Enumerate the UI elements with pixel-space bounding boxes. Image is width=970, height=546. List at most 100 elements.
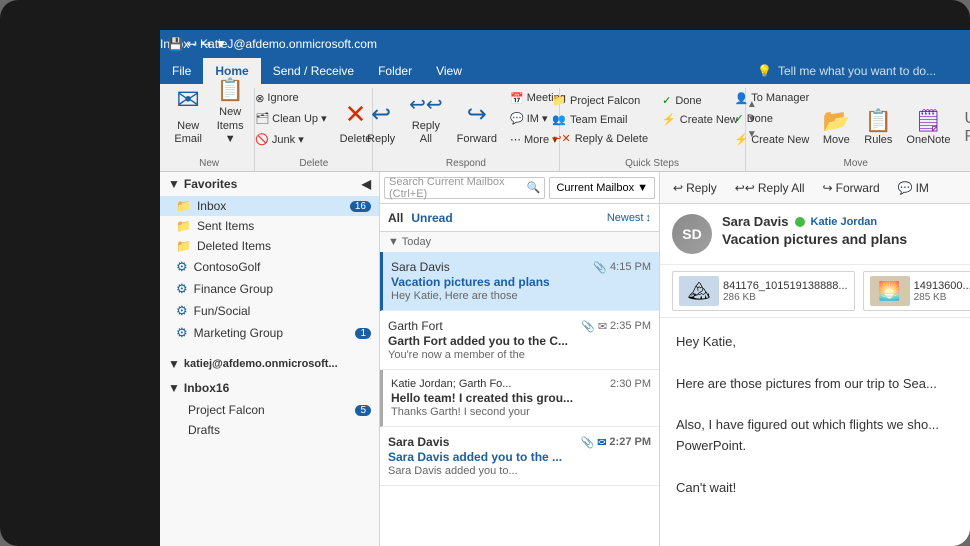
email-date-group-today: ▼ Today xyxy=(380,232,659,252)
junk-button[interactable]: 🚫 Junk ▾ xyxy=(250,131,331,148)
email-item-4[interactable]: Sara Davis 📎 ✉ 2:27 PM Sara Davis added … xyxy=(380,427,659,486)
sort-newest-btn[interactable]: Newest ↕ xyxy=(607,212,651,224)
email-preview-2: You're now a member of the xyxy=(388,349,651,361)
sidebar-item-inbox[interactable]: 📁 Inbox 16 xyxy=(160,196,379,216)
ribbon-group-delete: ⊗ Ignore 🗂 Clean Up ▾ 🚫 Junk ▾ xyxy=(255,88,373,171)
sidebar-toggle-icon[interactable]: ◀ xyxy=(362,177,371,191)
attachment-item-2[interactable]: 🌅 14913600... 285 KB xyxy=(863,271,970,311)
new-items-button[interactable]: 📋 NewItems ▼ xyxy=(210,88,250,150)
ribbon: ✉ NewEmail 📋 NewItems ▼ New ⊗ xyxy=(160,84,970,172)
sidebar-subfolder-project-falcon[interactable]: Project Falcon 5 xyxy=(160,400,379,420)
attachment-item-1[interactable]: 🏔 841176_101519138888... 286 KB xyxy=(672,271,855,311)
sidebar-item-sent[interactable]: 📁 Sent Items xyxy=(160,216,379,236)
cleanup-button[interactable]: 🗂 Clean Up ▾ xyxy=(250,110,331,127)
deleted-folder-icon: 📁 xyxy=(176,239,191,253)
quickstep-project-falcon[interactable]: 📁 Project Falcon xyxy=(547,92,653,109)
sidebar-item-funsocial[interactable]: ⚙ Fun/Social xyxy=(160,300,379,322)
save-icon[interactable]: 💾 xyxy=(168,37,183,51)
tab-file[interactable]: File xyxy=(160,58,203,84)
forward-button[interactable]: ↪ Forward xyxy=(451,88,503,150)
cleanup-icon: 🗂 xyxy=(255,112,269,125)
filter-all-btn[interactable]: All xyxy=(388,211,403,225)
drafts-label: Drafts xyxy=(188,423,220,437)
email-preview-1: Hey Katie, Here are those xyxy=(391,290,651,302)
tab-folder[interactable]: Folder xyxy=(366,58,424,84)
im-label: IM ▾ xyxy=(527,112,548,125)
more-move-button[interactable]: UR xyxy=(958,88,970,150)
account-collapse-arrow: ▼ xyxy=(168,357,180,371)
reading-reply-button[interactable]: ↩ Reply xyxy=(668,178,722,198)
tell-me-bar[interactable]: 💡 xyxy=(745,58,970,84)
move-button[interactable]: 📂 Move xyxy=(816,88,856,150)
quickstep-reply-delete[interactable]: ↩✕ Reply & Delete xyxy=(547,130,653,147)
email-sender-1: Sara Davis 📎 4:15 PM xyxy=(391,260,651,274)
envelope-icon-4: ✉ xyxy=(597,436,606,449)
account-inbox-header[interactable]: ▼ Inbox 16 xyxy=(160,376,379,400)
device-frame: 💾 ↩ ↪ ▼ Inbox - KatieJ@afdemo.onmicrosof… xyxy=(0,0,970,546)
tab-view[interactable]: View xyxy=(424,58,474,84)
reply-icon: ↩ xyxy=(371,101,391,130)
email-time-1: 4:15 PM xyxy=(610,261,651,273)
sidebar-item-marketing[interactable]: ⚙ Marketing Group 1 xyxy=(160,322,379,344)
to-manager-icon: 👤 xyxy=(735,92,749,105)
sent-label: Sent Items xyxy=(197,219,254,233)
new-items-label: NewItems ▼ xyxy=(216,106,244,146)
undo-icon[interactable]: ↩ xyxy=(187,37,197,51)
sidebar-item-contosogolf[interactable]: ⚙ ContosoGolf xyxy=(160,256,379,278)
sidebar-subfolder-drafts[interactable]: Drafts xyxy=(160,420,379,440)
search-icon[interactable]: 🔍 xyxy=(527,181,541,194)
reading-forward-button[interactable]: ↪ Forward xyxy=(818,178,885,198)
presence-indicator xyxy=(795,217,805,227)
ribbon-group-respond: ↩ Reply ↩↩ ReplyAll ↪ Forward 📅 xyxy=(373,88,559,171)
current-mailbox-btn[interactable]: Current Mailbox ▼ xyxy=(549,177,655,199)
team-email-icon: 👥 xyxy=(552,113,566,126)
quick-steps-list: 📁 Project Falcon 👥 Team Email ↩✕ Reply &… xyxy=(547,88,653,151)
ribbon-group-new: ✉ NewEmail 📋 NewItems ▼ New xyxy=(164,88,255,171)
email-item-2[interactable]: Garth Fort 📎 ✉ 2:35 PM Garth Fort added … xyxy=(380,311,659,370)
sidebar-item-deleted[interactable]: 📁 Deleted Items xyxy=(160,236,379,256)
reading-im-button[interactable]: 💬 IM xyxy=(893,178,934,198)
new-email-button[interactable]: ✉ NewEmail xyxy=(168,88,208,150)
favorites-collapse-arrow: ▼ xyxy=(168,177,180,191)
onenote-button[interactable]: 🗒 OneNote xyxy=(900,88,956,150)
new-email-label: NewEmail xyxy=(174,120,202,146)
reading-reply-all-button[interactable]: ↩↩ Reply All xyxy=(730,178,810,198)
quick-access-toolbar: 💾 ↩ ↪ ▼ xyxy=(160,30,227,58)
sent-folder-icon: 📁 xyxy=(176,219,191,233)
project-falcon-icon: 📁 xyxy=(552,94,566,107)
title-bar: 💾 ↩ ↪ ▼ Inbox - KatieJ@afdemo.onmicrosof… xyxy=(160,30,970,58)
body-line-4: PowerPoint. xyxy=(676,436,954,457)
attachment-thumb-2: 🌅 xyxy=(870,276,910,306)
quickstep-team-email[interactable]: 👥 Team Email xyxy=(547,111,653,128)
avatar-initials: SD xyxy=(682,226,701,242)
attachment-size-2: 285 KB xyxy=(914,292,970,303)
filter-unread-btn[interactable]: Unread xyxy=(411,211,452,225)
forward-icon: ↪ xyxy=(467,101,487,130)
envelope-icon-2: ✉ xyxy=(598,320,607,333)
favorites-header[interactable]: ▼ Favorites ◀ xyxy=(160,172,379,196)
new-items-icon: 📋 xyxy=(216,77,243,103)
sidebar-item-finance[interactable]: ⚙ Finance Group xyxy=(160,278,379,300)
account-header[interactable]: ▼ katiej@afdemo.onmicrosoft... xyxy=(160,352,379,376)
rules-inline-button[interactable]: ✓ Done xyxy=(730,110,815,127)
to-manager-button[interactable]: 👤 To Manager xyxy=(730,90,815,107)
dropdown-qat-icon[interactable]: ▼ xyxy=(215,37,227,51)
redo-icon[interactable]: ↪ xyxy=(201,37,211,51)
tell-me-input[interactable] xyxy=(778,64,958,78)
reply-all-button[interactable]: ↩↩ ReplyAll xyxy=(403,88,449,150)
email-item-1[interactable]: Sara Davis 📎 4:15 PM Vacation pictures a… xyxy=(380,252,659,311)
tab-send-receive[interactable]: Send / Receive xyxy=(261,58,366,84)
reply-button[interactable]: ↩ Reply xyxy=(361,88,401,150)
sender-name-3: Katie Jordan; Garth Fo... xyxy=(391,378,511,390)
im-icon: 💬 xyxy=(510,112,524,125)
create-new-inline-button[interactable]: ⚡ Create New xyxy=(730,131,815,148)
ignore-button[interactable]: ⊗ Ignore xyxy=(250,90,331,107)
contosogolf-icon: ⚙ xyxy=(176,259,188,275)
onenote-label: OneNote xyxy=(906,134,950,146)
lightning-icon: ⚡ xyxy=(735,133,749,146)
rules-button[interactable]: 📋 Rules xyxy=(858,88,898,150)
email-item-3[interactable]: Katie Jordan; Garth Fo... 2:30 PM Hello … xyxy=(380,370,659,427)
search-box[interactable]: Search Current Mailbox (Ctrl+E) 🔍 xyxy=(384,177,545,199)
avatar: SD xyxy=(672,214,712,254)
sender-name-1: Sara Davis xyxy=(391,260,450,274)
